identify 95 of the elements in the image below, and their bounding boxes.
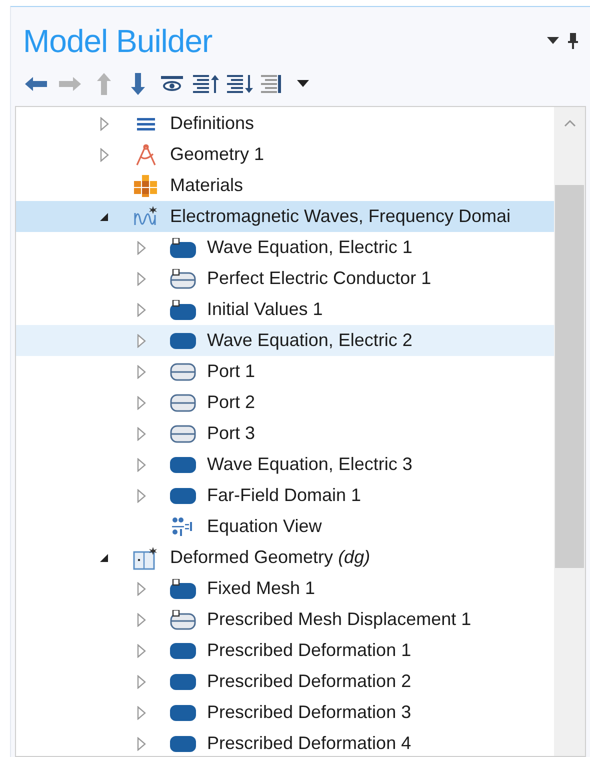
collapsed-triangle-icon[interactable] xyxy=(136,364,146,378)
boundary-default-icon xyxy=(170,610,196,630)
tree-item-label: Port 2 xyxy=(207,392,256,413)
tree-item-label: Prescribed Deformation 2 xyxy=(207,671,412,692)
scroll-up-icon[interactable] xyxy=(564,119,576,127)
collapsed-triangle-icon[interactable] xyxy=(100,116,108,130)
collapsed-triangle-icon[interactable] xyxy=(136,396,146,410)
collapsed-triangle-icon[interactable] xyxy=(136,612,146,626)
tree-item-label: Definitions xyxy=(170,113,254,134)
tree-item[interactable]: Geometry 1 xyxy=(16,139,554,170)
list-down-icon xyxy=(227,73,253,95)
compass-icon xyxy=(134,142,158,166)
pin-icon xyxy=(568,33,578,49)
tree-item[interactable]: Port 1 xyxy=(16,356,554,387)
collapsed-triangle-icon[interactable] xyxy=(136,334,146,348)
expanded-triangle-icon[interactable] xyxy=(99,552,109,562)
tree-item[interactable]: Initial Values 1 xyxy=(16,294,554,325)
collapsed-triangle-icon[interactable] xyxy=(136,644,146,658)
tree-item-label: Perfect Electric Conductor 1 xyxy=(207,268,432,289)
domain-icon xyxy=(170,672,196,690)
tree-item-label: Prescribed Deformation 3 xyxy=(207,702,412,723)
tree-item[interactable]: Prescribed Deformation 3 xyxy=(16,697,554,728)
tree-item-label: Electromagnetic Waves, Frequency Domai xyxy=(170,206,510,227)
tree-item[interactable]: Equation View xyxy=(16,511,554,542)
boundary-icon xyxy=(170,424,196,442)
tree-item-label: Fixed Mesh 1 xyxy=(207,578,316,599)
tree-item[interactable]: Prescribed Deformation 4 xyxy=(16,728,554,756)
down-arrow-icon xyxy=(130,72,146,96)
list-lines-icon xyxy=(137,116,155,130)
forward-arrow-icon xyxy=(58,76,82,92)
tree-item[interactable]: Wave Equation, Electric 1 xyxy=(16,232,554,263)
tree-item[interactable]: Electromagnetic Waves, Frequency Domai xyxy=(16,201,554,232)
collapsed-triangle-icon[interactable] xyxy=(136,458,146,472)
tree-item-label: Wave Equation, Electric 3 xyxy=(207,454,412,475)
scrollbar[interactable] xyxy=(554,107,585,756)
equation-icon xyxy=(171,516,195,538)
caret-icon xyxy=(297,80,309,88)
tree-item[interactable]: Perfect Electric Conductor 1 xyxy=(16,263,554,294)
collapsed-triangle-icon[interactable] xyxy=(136,426,146,440)
tree-item-label: Geometry 1 xyxy=(170,144,264,165)
collapsed-triangle-icon[interactable] xyxy=(136,272,146,286)
domain-icon xyxy=(170,332,196,350)
collapsed-triangle-icon[interactable] xyxy=(136,302,146,316)
domain-default-icon xyxy=(170,300,196,320)
boundary-icon xyxy=(170,362,196,380)
domain-default-icon xyxy=(170,238,196,258)
tree-item[interactable]: Deformed Geometry (dg) xyxy=(16,542,554,573)
domain-icon xyxy=(170,734,196,752)
tree-item-label: Port 1 xyxy=(207,361,256,382)
collapsed-triangle-icon[interactable] xyxy=(136,736,146,750)
tree-item[interactable]: Port 3 xyxy=(16,418,554,449)
tree-item[interactable]: Port 2 xyxy=(16,387,554,418)
back-arrow-icon xyxy=(24,76,48,92)
collapsed-triangle-icon[interactable] xyxy=(100,148,108,162)
boundary-default-icon xyxy=(170,268,196,288)
scrollbar-thumb[interactable] xyxy=(555,185,584,568)
list-up-icon xyxy=(193,73,219,95)
collapsed-triangle-icon[interactable] xyxy=(136,582,146,596)
tree-item-label: Materials xyxy=(170,175,244,196)
collapsed-triangle-icon[interactable] xyxy=(136,240,146,254)
tree-item-label: Prescribed Deformation 1 xyxy=(207,640,412,661)
up-arrow-icon xyxy=(96,72,112,96)
tree-item[interactable]: Far-Field Domain 1 xyxy=(16,480,554,511)
domain-icon xyxy=(170,456,196,474)
deformed-geometry-icon xyxy=(133,546,159,570)
tree-item[interactable]: Prescribed Deformation 1 xyxy=(16,635,554,666)
tree-item[interactable]: Wave Equation, Electric 3 xyxy=(16,449,554,480)
tree-item[interactable]: Materials xyxy=(16,170,554,201)
tree-item[interactable]: Prescribed Mesh Displacement 1 xyxy=(16,604,554,635)
tree-item[interactable]: Prescribed Deformation 2 xyxy=(16,666,554,697)
boundary-icon xyxy=(170,394,196,412)
tree-item-label: Initial Values 1 xyxy=(207,299,323,320)
tree-item[interactable]: Definitions xyxy=(16,108,554,139)
collapsed-triangle-icon[interactable] xyxy=(136,674,146,688)
tree-item-label: Equation View xyxy=(207,516,322,537)
domain-icon xyxy=(170,642,196,660)
panel-title: Model Builder xyxy=(23,22,214,60)
blocks-icon xyxy=(134,174,158,196)
tree-item-label: Prescribed Deformation 4 xyxy=(207,733,412,754)
domain-icon xyxy=(170,486,196,504)
tree-item[interactable]: Fixed Mesh 1 xyxy=(16,573,554,604)
tree-item-label: Deformed Geometry (dg) xyxy=(170,547,370,568)
tree-item[interactable]: Wave Equation, Electric 2 xyxy=(16,325,554,356)
tree-item-label: Prescribed Mesh Displacement 1 xyxy=(207,609,472,630)
collapsed-triangle-icon[interactable] xyxy=(136,488,146,502)
tree-item-label: Wave Equation, Electric 1 xyxy=(207,237,412,258)
eye-icon xyxy=(161,75,183,93)
tree-item-label: Far-Field Domain 1 xyxy=(207,485,362,506)
caret-icon xyxy=(547,37,559,45)
domain-icon xyxy=(170,704,196,722)
collapsed-triangle-icon[interactable] xyxy=(136,706,146,720)
domain-default-icon xyxy=(170,578,196,598)
tree-item-label: Port 3 xyxy=(207,423,256,444)
tree-item-label: Wave Equation, Electric 2 xyxy=(207,330,412,351)
expanded-triangle-icon[interactable] xyxy=(99,212,109,222)
